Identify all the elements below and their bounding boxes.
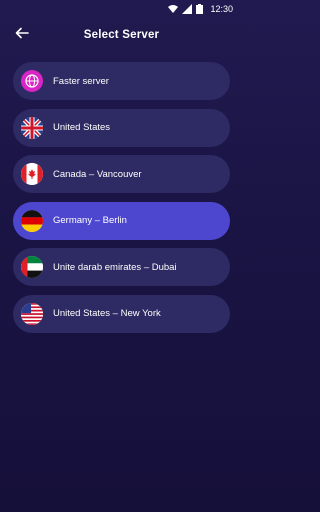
uae-flag-icon <box>21 256 43 278</box>
status-bar: 12:30 <box>0 0 243 18</box>
germany-flag-icon <box>21 209 43 232</box>
server-label: Canada – Vancouver <box>53 168 142 180</box>
globe-icon <box>21 70 43 92</box>
canada-flag-icon <box>21 163 43 185</box>
server-label: Faster server <box>53 75 109 87</box>
header: Select Server <box>0 22 243 48</box>
server-item-faster[interactable]: Faster server <box>13 62 230 100</box>
server-item-uae-dubai[interactable]: Unite darab emirates – Dubai <box>13 248 230 286</box>
server-label: Germany – Berlin <box>53 215 127 226</box>
status-time: 12:30 <box>210 4 233 14</box>
server-item-germany-berlin[interactable]: Germany – Berlin <box>13 201 230 240</box>
signal-icon <box>182 4 193 14</box>
back-button[interactable] <box>12 26 32 44</box>
page-title: Select Server <box>83 29 160 41</box>
wifi-icon <box>168 4 179 14</box>
arrow-left-icon <box>15 26 29 44</box>
battery-icon <box>196 4 206 14</box>
us-flag-icon <box>21 302 43 325</box>
server-label: Unite darab emirates – Dubai <box>53 261 177 273</box>
server-list: Faster server United States Canada – Van… <box>13 62 230 341</box>
server-label: United States – New York <box>53 308 161 319</box>
server-item-united-states[interactable]: United States <box>13 108 230 147</box>
server-label: United States <box>53 122 111 133</box>
server-item-canada-vancouver[interactable]: Canada – Vancouver <box>13 155 230 193</box>
uk-flag-icon <box>21 116 43 139</box>
server-item-us-new-york[interactable]: United States – New York <box>13 294 230 333</box>
